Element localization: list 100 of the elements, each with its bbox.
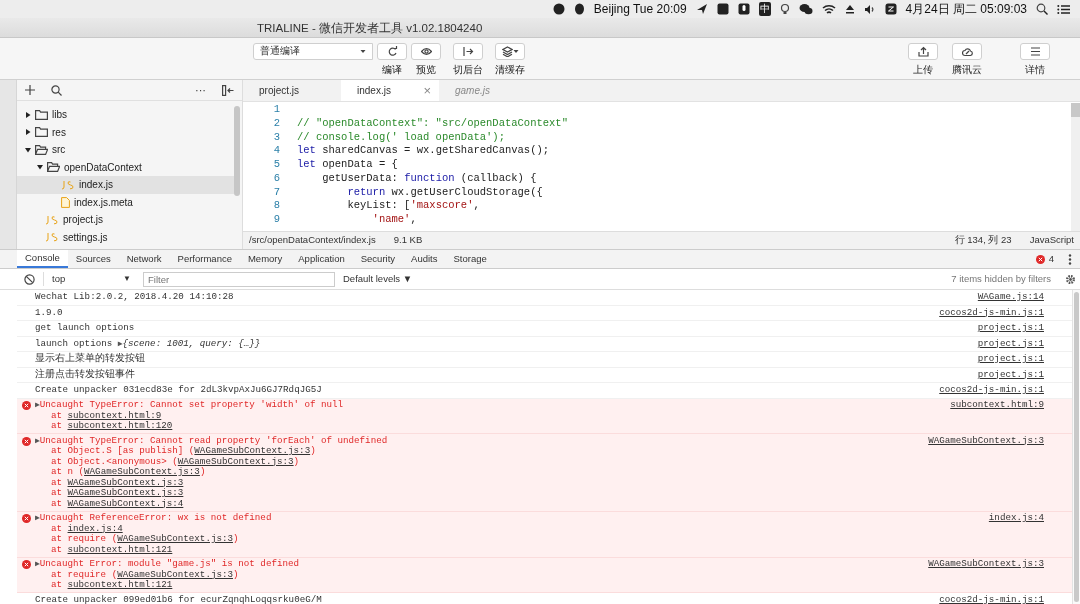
search-icon[interactable] [51,84,62,96]
cloud-button[interactable]: 腾讯云 [952,43,982,78]
settings-icon[interactable] [1065,273,1076,285]
devtools-tab[interactable]: Security [352,250,404,268]
preview-button[interactable]: 预览 [411,43,441,78]
menubar-clock[interactable]: Beijing Tue 20:09 [593,0,687,18]
source-link[interactable]: WAGameSubContext.js:3 [928,435,1044,446]
line-number: 2 [272,116,280,131]
source-link[interactable]: WAGameSubContext.js:3 [67,487,184,498]
refresh-icon [386,46,398,57]
devtools-tab[interactable]: Console [17,250,68,268]
context-select[interactable]: top ▼ [43,271,135,287]
upload-button[interactable]: 上传 [908,43,938,78]
console-message: ▶Uncaught TypeError: Cannot read property 'forEach' of undefined [35,435,389,446]
source-link[interactable]: WAGameSubContext.js:3 [117,568,233,580]
volume-icon[interactable] [863,3,876,15]
source-link[interactable]: WAGameSubContext.js:3 [67,476,184,488]
source-link[interactable]: cocos2d-js-min.js:1 [939,595,1044,604]
source-link[interactable]: subcontext.html:121 [67,543,173,555]
language-mode[interactable]: JavaScript [1029,233,1074,248]
more-vertical-icon[interactable] [1068,253,1072,265]
scrollbar-thumb[interactable] [234,106,240,196]
source-link[interactable]: index.js:4 [988,513,1044,524]
source-link[interactable]: project.js:1 [977,323,1044,334]
error-icon [21,401,31,410]
more-button[interactable]: ··· [195,81,206,99]
tree-item[interactable]: index.js [17,176,234,194]
tree-item[interactable]: src [17,141,234,159]
source-link[interactable]: index.js:4 [67,522,123,534]
source-link[interactable]: WAGame.js:14 [977,292,1044,303]
devtools-tab[interactable]: Audits [403,250,446,268]
line-number: 1 [272,103,280,117]
log-levels-dropdown[interactable]: Default levels ▼ [343,271,413,287]
details-button[interactable]: 详情 [1020,43,1050,78]
devtools-tab[interactable]: Memory [239,250,291,268]
devtools-tab[interactable]: Application [290,250,353,268]
source-link[interactable]: WAGameSubContext.js:3 [928,559,1044,570]
clear-cache-button[interactable]: 清缓存 [495,43,525,78]
devtools-tab[interactable]: Performance [169,250,240,268]
tree-item[interactable]: openDataContext [17,158,234,176]
code-line: return wx.getUserCloudStorage({ [346,185,544,200]
compile-button[interactable]: 编译 [377,43,407,78]
tree-item[interactable]: res [17,123,234,141]
source-link[interactable]: WAGameSubContext.js:3 [177,455,294,467]
close-button[interactable]: × [423,80,431,101]
app-icon[interactable] [716,3,729,15]
add-icon[interactable] [25,85,35,95]
tree-item[interactable]: settings.js [17,228,234,246]
microphone-icon[interactable] [737,3,750,15]
bulb-icon[interactable] [779,3,790,15]
source-link[interactable]: subcontext.html:121 [67,579,173,590]
wifi-icon[interactable] [821,3,836,15]
code-line: 'name', [371,213,418,227]
code-line: // console.log(' load openData'); [296,130,506,145]
source-link[interactable]: WAGameSubContext.js:3 [194,445,311,456]
source-link[interactable]: WAGameSubContext.js:3 [84,466,200,477]
eject-icon[interactable] [844,4,855,14]
source-link[interactable]: project.js:1 [977,354,1044,365]
app-icon[interactable] [884,3,897,15]
tree-item[interactable]: libs [17,106,234,124]
search-icon[interactable] [1036,3,1048,15]
source-link[interactable]: subcontext.html:120 [67,420,173,431]
editor-tab[interactable]: index.js × [341,80,439,101]
source-link[interactable]: project.js:1 [977,369,1044,380]
code-line: let sharedCanvas = wx.getSharedCanvas(); [296,144,551,158]
source-link[interactable]: subcontext.html:9 [67,409,162,421]
console-message: ▶Uncaught Error: module "game.js" is not defined [35,559,300,570]
menubar-date[interactable]: 4月24日 周二 05:09:03 [905,0,1027,18]
send-icon[interactable] [695,3,708,15]
source-link[interactable]: cocos2d-js-min.js:1 [939,307,1044,318]
error-icon [1035,254,1045,264]
error-count-badge[interactable]: 4 [1029,250,1060,268]
status-icon[interactable] [552,3,565,15]
caret-icon [360,49,366,54]
line-number: 8 [272,199,280,213]
source-link[interactable]: WAGameSubContext.js:3 [117,533,233,544]
tree-item[interactable]: project.js [17,211,234,229]
stack-frame: at WAGameSubContext.js:3 [35,477,929,488]
upload-icon [917,46,929,57]
source-link[interactable]: project.js:1 [977,338,1044,349]
background-button[interactable]: 切后台 [453,43,483,78]
scrollbar-thumb[interactable] [1074,292,1079,602]
tree-item[interactable]: index.js.meta [17,193,234,211]
collapse-icon[interactable] [222,84,234,96]
devtools-tab[interactable]: Network [118,250,170,268]
editor-tab[interactable]: project.js [243,80,341,101]
chat-icon[interactable] [798,3,813,15]
scrollbar-thumb[interactable] [1071,103,1080,117]
source-link[interactable]: cocos2d-js-min.js:1 [939,385,1044,396]
error-icon [21,436,31,446]
code-line: // "openDataContext": "src/openDataContext" [296,116,569,131]
devtools-tab[interactable]: Sources [67,250,119,268]
input-method-indicator[interactable]: 中 [758,1,771,17]
compile-mode-select[interactable]: 普通编译 [253,43,373,60]
devtools-tab[interactable]: Storage [445,250,495,268]
clear-console-icon[interactable] [24,273,35,285]
filter-field[interactable]: Filter [143,271,335,287]
list-icon[interactable] [1057,3,1070,15]
source-link[interactable]: subcontext.html:9 [950,400,1044,411]
source-link[interactable]: WAGameSubContext.js:4 [67,497,184,509]
